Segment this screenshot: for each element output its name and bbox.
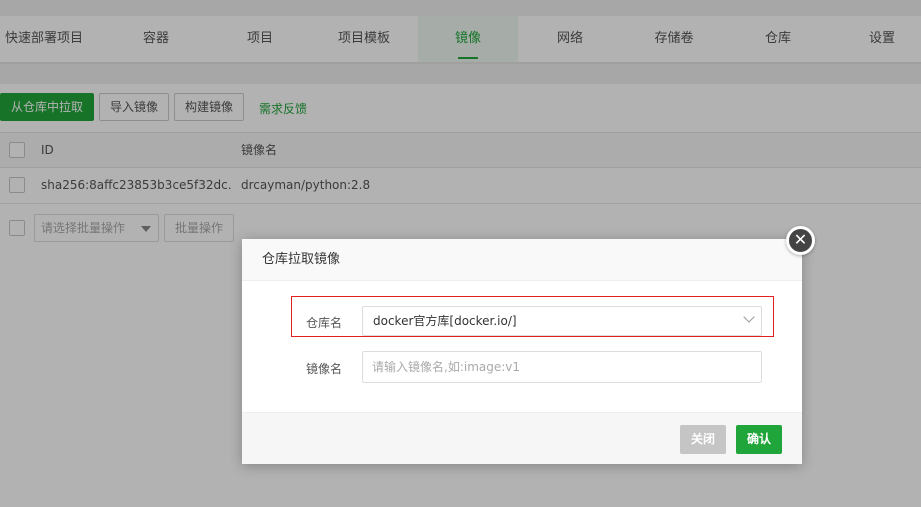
pull-image-dialog: 仓库拉取镜像 仓库名 docker官方库[docker.io/] 镜像名 关闭 … <box>242 239 802 464</box>
dialog-title: 仓库拉取镜像 <box>242 239 802 281</box>
chevron-down-icon <box>743 311 755 323</box>
repo-name-label: 仓库名 <box>305 316 342 330</box>
repo-select[interactable]: docker官方库[docker.io/] <box>362 306 762 336</box>
close-icon[interactable]: ✕ <box>786 226 815 255</box>
repo-select-value: docker官方库[docker.io/] <box>373 314 517 328</box>
dialog-footer: 关闭 确认 <box>242 412 802 464</box>
close-button[interactable]: 关闭 <box>680 425 727 454</box>
image-name-label: 镜像名 <box>305 362 342 376</box>
image-name-input[interactable] <box>362 351 762 383</box>
confirm-button[interactable]: 确认 <box>736 425 783 454</box>
